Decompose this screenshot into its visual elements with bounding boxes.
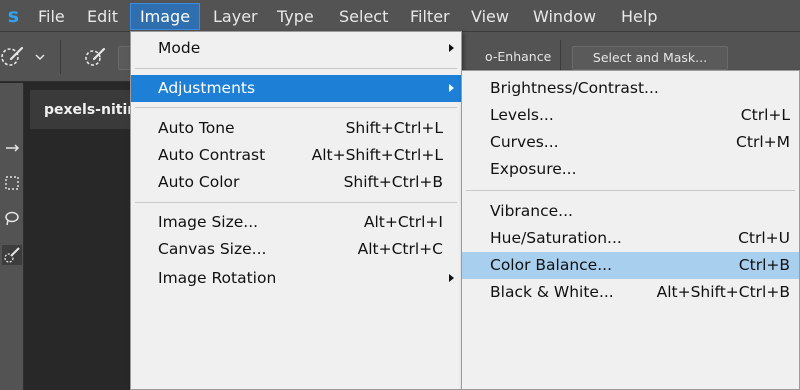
shortcut-label: Alt+Shift+Ctrl+L <box>311 146 443 164</box>
shortcut-label: Ctrl+M <box>736 133 790 151</box>
menu-item-black-white[interactable]: Black & White... Alt+Shift+Ctrl+B <box>462 279 799 306</box>
menu-filter[interactable]: Filter <box>410 3 450 30</box>
menu-item-image-size[interactable]: Image Size... Alt+Ctrl+I <box>131 209 461 236</box>
menu-item-auto-tone[interactable]: Auto Tone Shift+Ctrl+L <box>131 115 461 142</box>
menu-item-label: Black & White... <box>490 283 614 301</box>
shortcut-label: Shift+Ctrl+L <box>345 119 443 137</box>
menu-item-mode[interactable]: Mode <box>131 35 461 62</box>
tools-panel <box>0 83 24 390</box>
menu-item-adjustments[interactable]: Adjustments <box>131 75 461 102</box>
shortcut-label: Ctrl+L <box>740 106 790 124</box>
menu-item-label: Color Balance... <box>490 256 612 274</box>
menu-item-label: Brightness/Contrast... <box>490 79 659 97</box>
menu-item-levels[interactable]: Levels... Ctrl+L <box>462 102 799 129</box>
menu-item-hue-saturation[interactable]: Hue/Saturation... Ctrl+U <box>462 225 799 252</box>
options-divider <box>60 40 61 74</box>
auto-enhance-checkbox-label[interactable]: o-Enhance <box>463 46 558 70</box>
menu-item-label: Levels... <box>490 106 554 124</box>
menu-separator <box>135 107 457 108</box>
menu-item-label: Exposure... <box>490 160 577 178</box>
menu-item-auto-contrast[interactable]: Auto Contrast Alt+Shift+Ctrl+L <box>131 142 461 169</box>
quick-selection-tool-icon[interactable] <box>2 245 22 265</box>
lasso-tool-icon[interactable] <box>2 208 22 228</box>
shortcut-label: Shift+Ctrl+B <box>343 173 443 191</box>
shortcut-label: Ctrl+U <box>738 229 790 247</box>
marquee-tool-icon[interactable] <box>2 173 22 193</box>
menu-select[interactable]: Select <box>339 3 388 30</box>
menu-separator <box>135 202 457 203</box>
menu-item-label: Curves... <box>490 133 559 151</box>
shortcut-label: Alt+Ctrl+C <box>357 240 443 258</box>
menu-item-image-rotation[interactable]: Image Rotation <box>131 265 461 292</box>
menu-edit[interactable]: Edit <box>87 3 118 30</box>
menu-item-label: Image Size... <box>158 213 259 231</box>
image-menu-dropdown: Mode Adjustments Auto Tone Shift+Ctrl+L … <box>130 31 462 390</box>
menu-layer[interactable]: Layer <box>213 3 258 30</box>
menu-separator <box>135 68 457 69</box>
submenu-arrow-icon <box>449 44 454 52</box>
menu-item-label: Hue/Saturation... <box>490 229 622 247</box>
menu-help[interactable]: Help <box>621 3 657 30</box>
adjustments-submenu: Brightness/Contrast... Levels... Ctrl+L … <box>461 70 800 390</box>
shortcut-label: Ctrl+B <box>738 256 790 274</box>
menu-item-brightness-contrast[interactable]: Brightness/Contrast... <box>462 75 799 102</box>
menu-item-vibrance[interactable]: Vibrance... <box>462 198 799 225</box>
submenu-arrow-icon <box>449 274 454 282</box>
brush-icon[interactable] <box>82 44 108 70</box>
menu-view[interactable]: View <box>471 3 509 30</box>
menu-item-auto-color[interactable]: Auto Color Shift+Ctrl+B <box>131 169 461 196</box>
brush-preset-icon[interactable] <box>0 44 26 70</box>
menu-item-label: Auto Contrast <box>158 146 266 164</box>
menu-bar: s File Edit Image Layer Type Select Filt… <box>0 0 800 32</box>
app-logo[interactable]: s <box>0 5 22 27</box>
menu-image[interactable]: Image <box>130 3 200 30</box>
move-tool-icon[interactable] <box>2 138 22 158</box>
options-divider <box>560 40 561 74</box>
shortcut-label: Alt+Ctrl+I <box>363 213 443 231</box>
shortcut-label: Alt+Shift+Ctrl+B <box>656 283 790 301</box>
menu-item-label: Adjustments <box>158 79 256 97</box>
menu-item-color-balance[interactable]: Color Balance... Ctrl+B <box>462 252 799 279</box>
menu-item-label: Vibrance... <box>490 202 573 220</box>
submenu-arrow-icon <box>449 84 454 92</box>
menu-item-canvas-size[interactable]: Canvas Size... Alt+Ctrl+C <box>131 236 461 263</box>
select-and-mask-button[interactable]: Select and Mask... <box>572 46 728 70</box>
menu-item-label: Image Rotation <box>158 269 277 287</box>
menu-separator <box>466 190 795 191</box>
menu-item-label: Auto Tone <box>158 119 235 137</box>
menu-item-curves[interactable]: Curves... Ctrl+M <box>462 129 799 156</box>
menu-item-label: Canvas Size... <box>158 240 267 258</box>
menu-window[interactable]: Window <box>533 3 596 30</box>
menu-item-label: Auto Color <box>158 173 240 191</box>
menu-item-exposure[interactable]: Exposure... <box>462 156 799 183</box>
menu-file[interactable]: File <box>38 3 65 30</box>
menu-item-label: Mode <box>158 39 201 57</box>
chevron-down-icon[interactable] <box>34 52 46 62</box>
menu-type[interactable]: Type <box>277 3 314 30</box>
